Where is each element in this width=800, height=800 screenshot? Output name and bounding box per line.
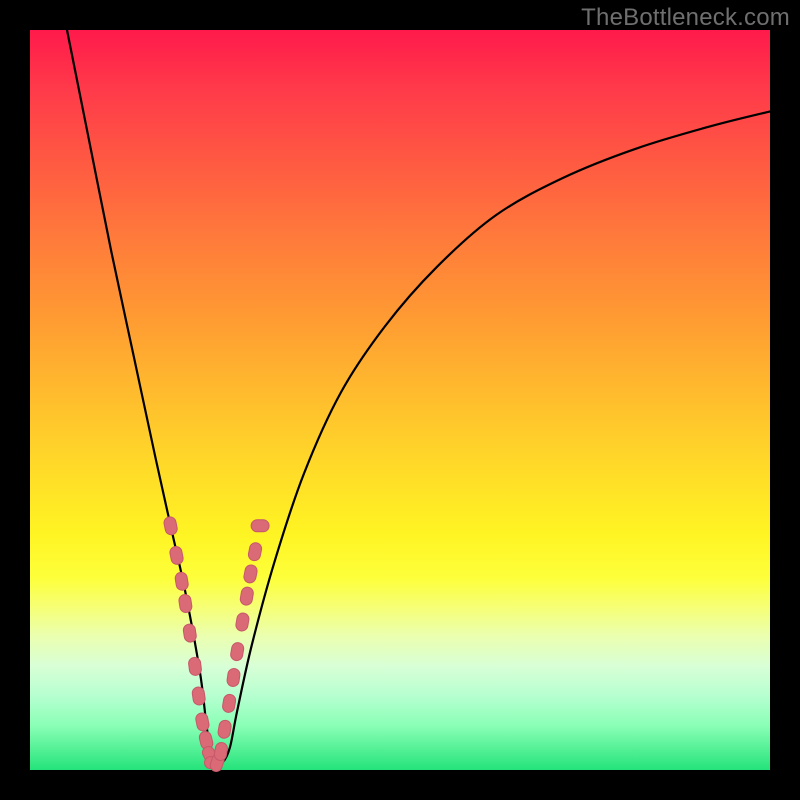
marker-point (247, 542, 262, 562)
marker-point (174, 571, 189, 591)
marker-point (195, 712, 210, 732)
marker-point (239, 586, 254, 606)
marker-point (188, 657, 202, 676)
marker-point (230, 642, 245, 662)
marker-point (163, 516, 178, 536)
marker-point (243, 564, 258, 584)
marker-group (163, 516, 269, 773)
marker-point (217, 719, 232, 739)
marker-point (169, 545, 184, 565)
plot-area (30, 30, 770, 770)
marker-point (226, 668, 240, 688)
curve-layer (30, 30, 770, 770)
marker-point (178, 594, 193, 614)
marker-point (182, 623, 197, 643)
marker-point (191, 686, 205, 706)
chart-frame: TheBottleneck.com (0, 0, 800, 800)
marker-point (251, 520, 269, 532)
watermark-text: TheBottleneck.com (581, 4, 790, 32)
marker-point (235, 612, 250, 632)
bottleneck-curve (67, 30, 770, 765)
marker-point (222, 694, 237, 714)
